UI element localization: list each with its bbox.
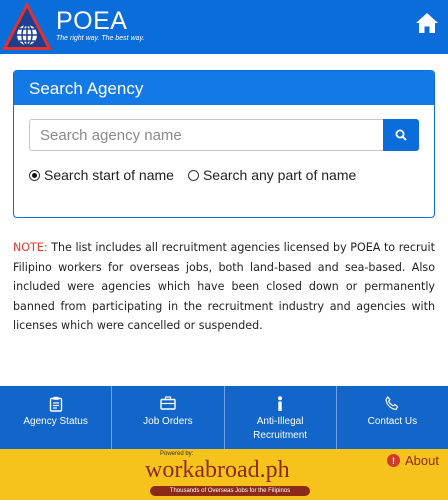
brand-name: POEA [56,7,128,35]
nav-label: Anti-Illegal Recruitment [253,416,308,441]
search-agency-panel: Search Agency Search start of name Searc… [13,70,435,218]
nav-anti-illegal-recruitment[interactable]: Anti-Illegal Recruitment [225,386,337,449]
search-button[interactable] [383,119,419,151]
app-header: POEA The right way. The best way. [0,0,448,54]
radio-any-part-of-name[interactable]: Search any part of name [187,167,357,183]
search-icon [395,129,407,141]
briefcase-icon [160,396,176,410]
search-input[interactable] [29,119,383,151]
nav-label: Agency Status [23,416,88,427]
alert-icon: ! [387,454,401,467]
radio-start-of-name[interactable]: Search start of name [29,167,174,183]
bottom-navigation: Agency Status Job Orders Anti-Illegal Re… [0,386,448,449]
nav-agency-status[interactable]: Agency Status [0,386,113,449]
brand-tagline: The right way. The best way. [56,35,145,42]
phone-icon [385,396,399,411]
about-link[interactable]: ! About [387,453,439,468]
nav-job-orders[interactable]: Job Orders [112,386,225,449]
home-icon[interactable] [414,10,440,36]
radio-label: Search start of name [44,167,174,183]
clipboard-icon [49,396,62,412]
poea-logo [2,2,52,50]
workabroad-tagline: Thousands of Overseas Jobs for the Filip… [150,486,310,496]
workabroad-logo[interactable]: workabroad.ph [145,457,290,484]
note-text: The list includes all recruitment agenci… [13,241,435,332]
search-bar [29,119,419,151]
nav-contact-us[interactable]: Contact Us [337,386,448,449]
panel-title: Search Agency [14,71,434,105]
radio-button[interactable] [187,169,199,181]
radio-button-selected[interactable] [29,169,40,181]
nav-label: Contact Us [367,416,418,427]
footer: Powered by: workabroad.ph Thousands of O… [0,449,448,500]
nav-label: Job Orders [143,416,193,427]
note-label: NOTE: [13,241,48,254]
about-label: About [405,453,439,468]
radio-label: Search any part of name [202,167,357,183]
agency-list-note: NOTE: The list includes all recruitment … [13,238,435,336]
info-icon [278,396,283,411]
search-mode-options: Search start of name Search any part of … [29,167,356,183]
